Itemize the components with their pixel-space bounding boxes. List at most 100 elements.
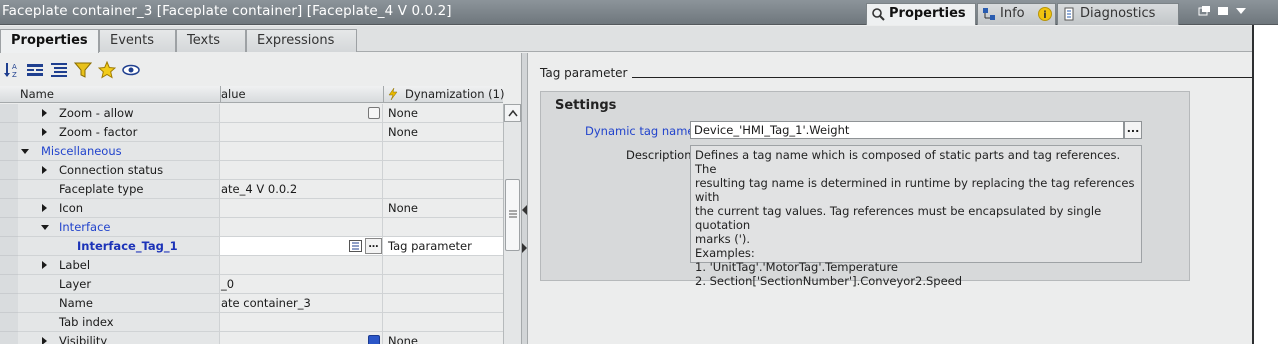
collapse-arrow-icon[interactable] [41,225,49,230]
tab-properties[interactable]: Properties [866,3,976,25]
table-row[interactable]: Visibility None [0,332,503,344]
expand-icon[interactable] [50,61,68,79]
properties-icon [872,8,885,21]
property-name[interactable]: Interface_Tag_1 [77,239,178,253]
svg-text:A: A [12,63,17,71]
section-divider [632,77,1252,78]
filter-icon[interactable] [74,61,92,79]
subtab-texts[interactable]: Texts [176,29,246,52]
svg-text:i: i [1043,10,1046,21]
property-name: Label [59,258,91,272]
expand-arrow-icon[interactable] [42,261,47,269]
dynamization-value: Tag parameter [388,239,472,253]
table-row[interactable]: Layer _0 [0,275,503,294]
info-tab-icon [983,8,995,20]
table-row[interactable]: Miscellaneous [0,142,503,161]
property-value: ate_4 V 0.0.2 [221,182,298,196]
minimize-window-icon[interactable] [1216,5,1230,17]
dynamic-tag-label[interactable]: Dynamic tag name: [585,124,698,138]
panel-splitter[interactable] [521,53,528,344]
description-line: 2. Section['SectionNumber'].Conveyor2.Sp… [695,274,963,288]
property-name: Visibility [59,334,108,344]
table-row[interactable]: Zoom - factor None [0,123,503,142]
checkbox-checked[interactable] [368,335,380,344]
tab-label: Diagnostics [1080,6,1156,21]
grip-icon [509,210,517,218]
column-header-value[interactable]: alue [221,87,246,101]
subtab-expressions[interactable]: Expressions [246,29,357,52]
chevron-up-icon [508,109,518,117]
dynamization-value: None [388,125,419,139]
value-input[interactable]: … [220,237,383,256]
splitter-arrow-left-icon[interactable] [522,205,527,215]
property-name: Zoom - allow [59,106,134,120]
expand-arrow-icon[interactable] [42,204,47,212]
section-title: Tag parameter [540,66,632,80]
property-list-panel: AZ Name alue Dynamization (1) Zoom - all… [0,53,521,344]
description-line: Examples: [695,246,755,260]
table-row[interactable]: Name ate container_3 [0,294,503,313]
column-divider[interactable] [383,86,384,103]
dynamization-value: None [388,106,419,120]
subtab-events[interactable]: Events [99,29,176,52]
sort-az-icon[interactable]: AZ [3,61,21,79]
scroll-up-button[interactable] [504,104,521,122]
favorite-star-icon[interactable] [98,61,116,79]
property-name: Zoom - factor [59,125,138,139]
table-row[interactable]: Zoom - allow None [0,104,503,123]
expand-arrow-icon[interactable] [42,109,47,117]
info-icon: i [1038,7,1052,21]
tab-label: Info [1000,6,1025,21]
description-text: Defines a tag name which is composed of … [690,145,1142,288]
property-toolbar: AZ [0,53,521,86]
property-name: Faceplate type [59,182,144,196]
table-row-selected[interactable]: Interface_Tag_1 … Tag parameter [0,237,503,256]
property-detail-panel: Tag parameter Settings Dynamic tag name:… [528,53,1252,344]
restore-window-icon[interactable] [1198,5,1212,17]
window-edge [1252,25,1278,344]
column-header-dynamization[interactable]: Dynamization (1) [405,87,504,101]
checkbox[interactable] [368,107,380,119]
table-row[interactable]: Interface [0,218,503,237]
description-line: the current tag values. Tag references m… [695,204,1102,232]
description-line: resulting tag name is determined in runt… [695,176,1135,204]
vertical-scrollbar[interactable] [503,104,521,344]
scroll-thumb[interactable] [505,179,520,251]
chevron-down-icon[interactable] [1234,5,1248,17]
collapse-arrow-icon[interactable] [21,149,29,154]
tab-diagnostics[interactable]: Diagnostics [1057,3,1179,25]
group-name[interactable]: Interface [59,220,111,234]
diagnostics-icon [1064,7,1074,21]
table-row[interactable]: Label [0,256,503,275]
tab-info[interactable]: Info i [977,3,1056,25]
table-row[interactable]: Icon None [0,199,503,218]
table-row[interactable]: Faceplate type ate_4 V 0.0.2 [0,180,503,199]
settings-title: Settings [555,98,617,113]
property-name: Icon [59,201,84,215]
subtab-properties[interactable]: Properties [0,29,99,53]
description-line: 1. 'UnitTag'.'MotorTag'.Temperature [695,260,899,274]
expand-arrow-icon[interactable] [42,128,47,136]
lightning-icon [388,88,398,100]
expand-arrow-icon[interactable] [42,337,47,344]
list-icon[interactable] [349,240,362,252]
browse-button[interactable]: … [365,238,382,254]
tab-label: Properties [889,6,966,21]
collapse-icon[interactable] [26,61,44,79]
column-header-name[interactable]: Name [20,87,54,101]
window-title: Faceplate container_3 [Faceplate contain… [2,3,452,19]
expand-arrow-icon[interactable] [42,166,47,174]
property-name: Layer [59,277,92,291]
dynamic-tag-input[interactable]: Device_'HMI_Tag_1'.Weight [690,121,1124,139]
description-line: Defines a tag name which is composed of … [695,148,1121,176]
table-row[interactable]: Tab index [0,313,503,332]
table-row[interactable]: Connection status [0,161,503,180]
property-name: Name [59,296,93,310]
group-name[interactable]: Miscellaneous [41,144,122,158]
dynamization-value: None [388,201,419,215]
property-name: Connection status [59,163,164,177]
splitter-arrow-right-icon[interactable] [522,243,527,253]
view-eye-icon[interactable] [122,61,140,79]
dynamic-tag-browse-button[interactable]: ... [1124,121,1142,139]
subtab-bar: Properties Events Texts Expressions [0,26,1252,53]
